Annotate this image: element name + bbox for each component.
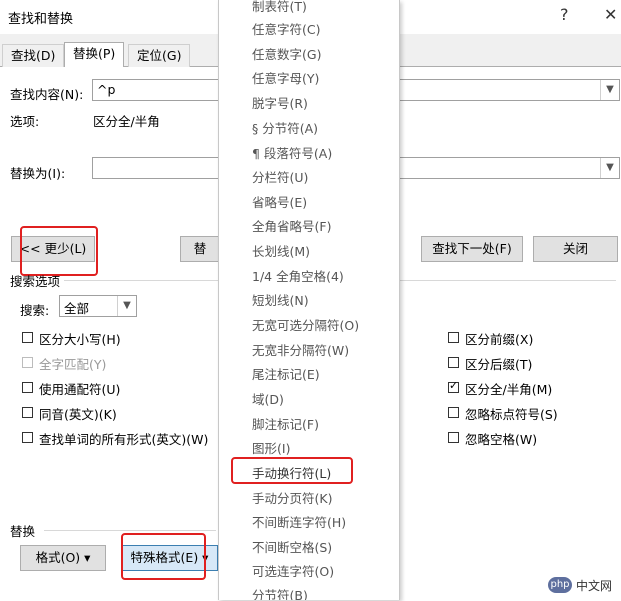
all-word-forms-label: 查找单词的所有形式(英文)(W) [39, 432, 209, 447]
menu-item[interactable]: 分栏符(U) [252, 167, 308, 186]
menu-item[interactable]: 可选连字符(O) [252, 561, 334, 580]
width-checkbox[interactable]: ✓ [448, 379, 459, 393]
options-label: 选项: [10, 114, 40, 129]
match-suffix-checkbox[interactable] [448, 357, 459, 368]
menu-item[interactable]: 省略号(E) [252, 192, 307, 211]
divider [44, 530, 216, 531]
tab-replace[interactable]: 替换(P) [64, 42, 125, 67]
menu-item[interactable]: 1/4 全角空格(4) [252, 266, 344, 285]
menu-item[interactable]: 任意数字(G) [252, 44, 321, 63]
menu-item[interactable]: 任意字母(Y) [252, 68, 319, 87]
window-title: 查找和替换 [8, 12, 74, 27]
width-label: 区分全/半角(M) [465, 382, 553, 397]
menu-item[interactable]: 脚注标记(F) [252, 414, 319, 433]
match-prefix-checkbox[interactable] [448, 332, 459, 343]
help-button[interactable]: ? [560, 5, 569, 24]
match-case-checkbox[interactable] [22, 332, 33, 343]
menu-item[interactable]: 长划线(M) [252, 241, 310, 260]
menu-item[interactable]: 无宽可选分隔符(O) [252, 315, 359, 334]
search-direction-select[interactable]: 全部 ▼ [59, 295, 137, 317]
ignore-space-label: 忽略空格(W) [465, 432, 538, 447]
search-label: 搜索: [20, 303, 50, 318]
menu-item[interactable]: 不间断空格(S) [252, 537, 332, 556]
tab-find[interactable]: 查找(D) [2, 44, 65, 67]
tab-goto[interactable]: 定位(G) [128, 44, 191, 67]
wildcards-checkbox[interactable] [22, 382, 33, 393]
close-button[interactable]: 关闭 [533, 236, 618, 262]
ignore-punct-label: 忽略标点符号(S) [465, 407, 558, 422]
menu-item[interactable]: 图形(I) [252, 438, 290, 457]
replace-label: 替换为(I): [10, 166, 66, 181]
search-options-heading: 搜索选项 [10, 274, 61, 289]
menu-item[interactable]: 尾注标记(E) [252, 364, 320, 383]
search-direction-value: 全部 [64, 301, 90, 316]
match-case-label: 区分大小写(H) [39, 332, 121, 347]
special-format-highlight [121, 533, 206, 580]
match-suffix-label: 区分后缀(T) [465, 357, 533, 372]
menu-item[interactable]: § 分节符(A) [252, 118, 318, 137]
checkmark-icon: ✓ [449, 379, 459, 392]
wildcards-label: 使用通配符(U) [39, 382, 121, 397]
menu-item[interactable]: 脱字号(R) [252, 93, 308, 112]
menu-item[interactable]: 分节符(B) [252, 585, 308, 600]
menu-item[interactable]: ¶ 段落符号(A) [252, 143, 332, 162]
menu-item[interactable]: 全角省略号(F) [252, 216, 331, 235]
menu-item[interactable]: 手动分页符(K) [252, 488, 332, 507]
menu-item[interactable]: 域(D) [252, 389, 284, 408]
find-value: ^p [97, 82, 116, 97]
special-format-menu: 制表符(T) 任意字符(C) 任意数字(G) 任意字母(Y) 脱字号(R) § … [218, 0, 400, 600]
replace-button[interactable]: 替 [180, 236, 220, 262]
menu-item[interactable]: 短划线(N) [252, 290, 309, 309]
replace-section-heading: 替换 [10, 524, 36, 539]
find-label: 查找内容(N): [10, 87, 84, 102]
ignore-space-checkbox[interactable] [448, 432, 459, 443]
menu-item[interactable]: 制表符(T) [252, 0, 307, 15]
chevron-down-icon[interactable]: ▼ [600, 158, 619, 178]
whole-word-checkbox[interactable] [22, 357, 33, 368]
chevron-down-icon[interactable]: ▼ [600, 80, 619, 100]
watermark-text: 中文网 [576, 579, 613, 593]
manual-line-break-highlight [231, 457, 353, 484]
ignore-punct-checkbox[interactable] [448, 407, 459, 418]
options-value: 区分全/半角 [93, 114, 160, 129]
menu-item[interactable]: 无宽非分隔符(W) [252, 340, 349, 359]
close-window-button[interactable]: ✕ [604, 5, 617, 24]
watermark: php 中文网 [548, 576, 618, 596]
menu-item[interactable]: 不间断连字符(H) [252, 512, 346, 531]
format-button[interactable]: 格式(O) ▾ [20, 545, 106, 571]
whole-word-label: 全字匹配(Y) [39, 357, 107, 372]
less-button-highlight [20, 226, 98, 276]
all-word-forms-checkbox[interactable] [22, 432, 33, 443]
find-next-button[interactable]: 查找下一处(F) [421, 236, 523, 262]
sounds-like-checkbox[interactable] [22, 407, 33, 418]
sounds-like-label: 同音(英文)(K) [39, 407, 117, 422]
chevron-down-icon[interactable]: ▼ [117, 296, 136, 316]
match-prefix-label: 区分前缀(X) [465, 332, 534, 347]
php-logo: php [548, 577, 572, 593]
menu-item[interactable]: 任意字符(C) [252, 19, 320, 38]
